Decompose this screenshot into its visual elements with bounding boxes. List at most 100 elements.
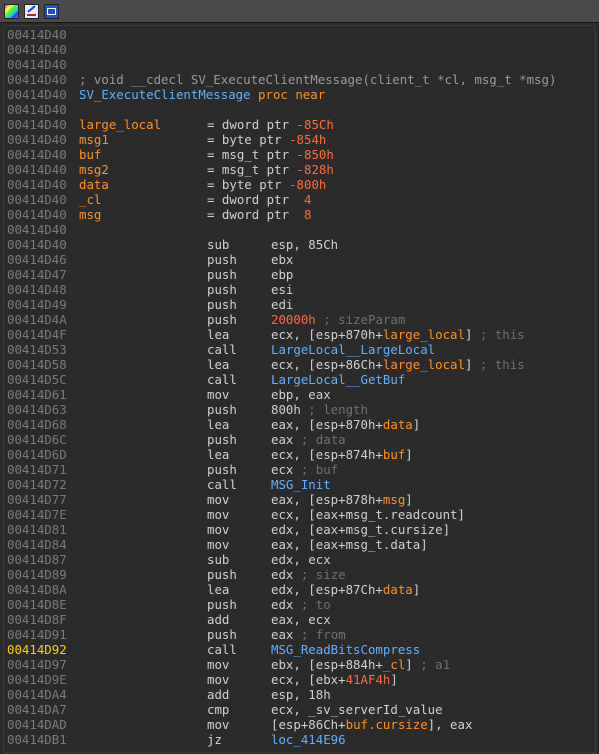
code-line[interactable]: 00414D40 msg2 = msg_t ptr -828h xyxy=(7,162,594,177)
stack-var-name[interactable]: large_local xyxy=(79,117,161,132)
code-line[interactable]: 00414D8F add eax, ecx xyxy=(7,612,594,627)
code-line[interactable]: 00414D68 lea eax, [esp+870h+data] xyxy=(7,417,594,432)
code-line[interactable]: 00414D40 data = byte ptr -800h xyxy=(7,177,594,192)
code-line[interactable]: 00414D40 xyxy=(7,27,594,42)
code-line[interactable]: 00414D58 lea ecx, [esp+86Ch+large_local] ;… xyxy=(7,357,594,372)
code-line[interactable]: 00414D48 push esi xyxy=(7,282,594,297)
code-line[interactable]: 00414D9E mov ecx, [ebx+41AF4h] xyxy=(7,672,594,687)
stack-var-type: = dword ptr xyxy=(207,207,304,222)
code-line[interactable]: 00414D40 ; void __cdecl SV_ExecuteClientM… xyxy=(7,72,594,87)
variable-ref[interactable]: _cl xyxy=(383,657,405,672)
code-line[interactable]: 00414D92 call MSG_ReadBitsCompress xyxy=(7,642,594,657)
address: 00414D40 xyxy=(7,42,67,57)
variable-ref[interactable]: large_local xyxy=(383,357,465,372)
code-line[interactable]: 00414D47 push ebp xyxy=(7,267,594,282)
code-line[interactable]: 00414D4F lea ecx, [esp+870h+large_local] ;… xyxy=(7,327,594,342)
proc-name[interactable]: SV_ExecuteClientMessage xyxy=(79,87,251,102)
operands: esp, 85Ch xyxy=(271,237,338,252)
operands: MSG_Init xyxy=(271,477,331,492)
variable-ref[interactable]: large_local xyxy=(383,327,465,342)
code-line[interactable]: 00414D6C push eax ; data xyxy=(7,432,594,447)
code-line[interactable]: 00414D84 mov eax, [eax+msg_t.data] xyxy=(7,537,594,552)
variable-ref[interactable]: data xyxy=(383,417,413,432)
function-ref[interactable]: loc_414E96 xyxy=(271,732,346,747)
code-line[interactable]: 00414D87 sub edx, ecx xyxy=(7,552,594,567)
code-line[interactable]: 00414D71 push ecx ; buf xyxy=(7,462,594,477)
code-line[interactable]: 00414D97 mov ebx, [esp+884h+_cl] ; a1 xyxy=(7,657,594,672)
operand: edx, [esp+87Ch+ xyxy=(271,582,383,597)
code-line[interactable]: 00414D40 large_local = dword ptr -85Ch xyxy=(7,117,594,132)
operands: eax, [esp+878h+msg] xyxy=(271,492,413,507)
address: 00414D8E xyxy=(7,597,67,612)
function-ref[interactable]: MSG_ReadBitsCompress xyxy=(271,642,420,657)
code-line[interactable]: 00414D89 push edx ; size xyxy=(7,567,594,582)
code-line[interactable]: 00414D40 xyxy=(7,42,594,57)
edit-icon[interactable] xyxy=(24,4,39,19)
code-line[interactable]: 00414D7E mov ecx, [eax+msg_t.readcount] xyxy=(7,507,594,522)
comment: ; from xyxy=(293,627,346,642)
code-line[interactable]: 00414D72 call MSG_Init xyxy=(7,477,594,492)
numeric-operand: 20000h xyxy=(271,312,316,327)
proc-label[interactable]: SV_ExecuteClientMessage proc near xyxy=(79,87,325,102)
operands: MSG_ReadBitsCompress xyxy=(271,642,420,657)
address: 00414D8A xyxy=(7,582,67,597)
mnemonic: jz xyxy=(207,732,222,747)
comment: ; sizeParam xyxy=(315,312,406,327)
variable-ref[interactable]: buf.cursize xyxy=(346,717,428,732)
code-line[interactable]: 00414DA4 add esp, 18h xyxy=(7,687,594,702)
code-line[interactable]: 00414D5C call LargeLocal__GetBuf xyxy=(7,372,594,387)
stack-var-name[interactable]: buf xyxy=(79,147,101,162)
operands: ebx xyxy=(271,252,293,267)
operands: 20000h ; sizeParam xyxy=(271,312,405,327)
code-line[interactable]: 00414D81 mov edx, [eax+msg_t.cursize] xyxy=(7,522,594,537)
operands: esp, 18h xyxy=(271,687,331,702)
mnemonic: push xyxy=(207,597,237,612)
disassembly-listing[interactable]: 00414D40 00414D40 00414D40 00414D40; void _… xyxy=(3,25,596,753)
address: 00414D40 xyxy=(7,27,67,42)
operand: ecx, [esp+874h+ xyxy=(271,447,383,462)
code-line[interactable]: 00414DB1 jz loc_414E96 xyxy=(7,732,594,747)
code-line[interactable]: 00414D40 xyxy=(7,222,594,237)
code-line[interactable]: 00414D40 xyxy=(7,57,594,72)
stack-var-decl: = msg_t ptr -850h xyxy=(207,147,334,162)
stack-var-offset: -828h xyxy=(296,162,334,177)
code-line[interactable]: 00414D53 call LargeLocal__LargeLocal xyxy=(7,342,594,357)
code-line[interactable]: 00414DAD mov [esp+86Ch+buf.cursize], eax xyxy=(7,717,594,732)
function-ref[interactable]: MSG_Init xyxy=(271,477,331,492)
variable-ref[interactable]: msg xyxy=(383,492,405,507)
code-line[interactable]: 00414D40 xyxy=(7,102,594,117)
code-line[interactable]: 00414D8A lea edx, [esp+87Ch+data] xyxy=(7,582,594,597)
function-ref[interactable]: LargeLocal__GetBuf xyxy=(271,372,405,387)
code-line[interactable]: 00414DA7 cmp ecx, _sv_serverId_value xyxy=(7,702,594,717)
comment: ; data xyxy=(293,432,346,447)
window-icon[interactable] xyxy=(44,4,59,19)
code-line[interactable]: 00414D40 _cl = dword ptr 4 xyxy=(7,192,594,207)
code-line[interactable]: 00414D91 push eax ; from xyxy=(7,627,594,642)
code-line[interactable]: 00414D40 SV_ExecuteClientMessage proc nea… xyxy=(7,87,594,102)
code-line[interactable]: 00414D8E push edx ; to xyxy=(7,597,594,612)
code-line[interactable]: 00414D77 mov eax, [esp+878h+msg] xyxy=(7,492,594,507)
stack-var-name[interactable]: msg1 xyxy=(79,132,109,147)
code-line[interactable]: 00414D6D lea ecx, [esp+874h+buf] xyxy=(7,447,594,462)
operand: edx xyxy=(271,597,294,612)
code-line[interactable]: 00414D40 sub esp, 85Ch xyxy=(7,237,594,252)
stack-var-name[interactable]: data xyxy=(79,177,109,192)
code-line[interactable]: 00414D61 mov ebp, eax xyxy=(7,387,594,402)
code-line[interactable]: 00414D49 push edi xyxy=(7,297,594,312)
code-line[interactable]: 00414D40 msg1 = byte ptr -854h xyxy=(7,132,594,147)
stack-var-name[interactable]: _cl xyxy=(79,192,101,207)
stack-var-name[interactable]: msg2 xyxy=(79,162,109,177)
code-line[interactable]: 00414D46 push ebx xyxy=(7,252,594,267)
operand: edx xyxy=(271,567,294,582)
comment: ; size xyxy=(293,567,346,582)
code-line[interactable]: 00414D4A push 20000h ; sizeParam xyxy=(7,312,594,327)
function-ref[interactable]: LargeLocal__LargeLocal xyxy=(271,342,435,357)
code-line[interactable]: 00414D63 push 800h ; length xyxy=(7,402,594,417)
code-line[interactable]: 00414D40 msg = dword ptr 8 xyxy=(7,207,594,222)
code-line[interactable]: 00414D40 buf = msg_t ptr -850h xyxy=(7,147,594,162)
palette-icon[interactable] xyxy=(4,4,19,19)
variable-ref[interactable]: buf xyxy=(383,447,405,462)
variable-ref[interactable]: data xyxy=(383,582,413,597)
stack-var-name[interactable]: msg xyxy=(79,207,101,222)
operand: edx, [eax+msg_t.cursize] xyxy=(271,522,451,537)
